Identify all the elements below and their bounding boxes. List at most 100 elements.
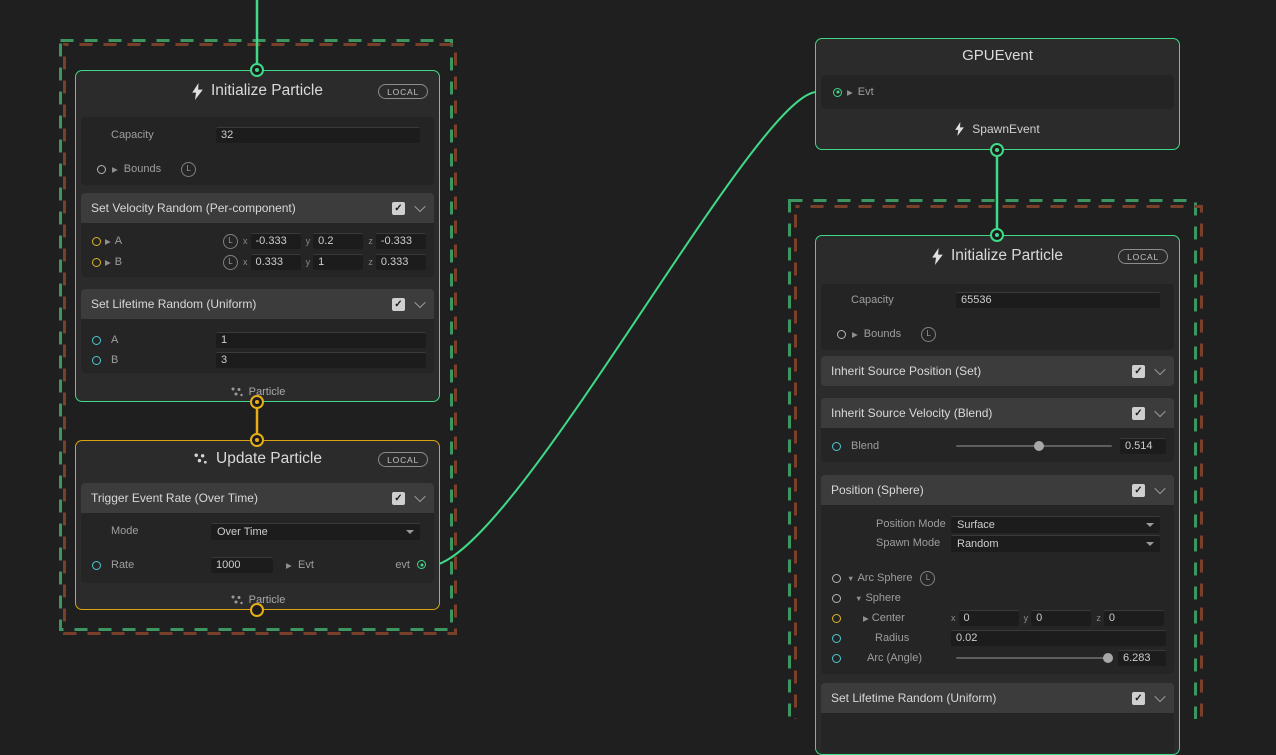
block-set-lifetime-random[interactable]: Set Lifetime Random (Uniform) A 1 B 3 [81,289,434,373]
x-field[interactable]: -0.333 [251,233,301,249]
chevron-down-icon[interactable] [1154,364,1165,375]
block-enabled-checkbox[interactable] [392,492,405,505]
arc-angle-slider-thumb[interactable] [1103,653,1113,663]
block-set-velocity-random[interactable]: Set Velocity Random (Per-component) ▶ A … [81,193,434,277]
float-port[interactable] [832,442,841,451]
expand-arrow-icon[interactable]: ▶ [852,330,858,339]
initialize-left-particle-output-port[interactable] [250,395,264,409]
block-enabled-checkbox[interactable] [1132,484,1145,497]
y-field[interactable]: 1 [313,254,363,270]
block-header[interactable]: Inherit Source Velocity (Blend) [821,398,1174,428]
block-header[interactable]: Set Velocity Random (Per-component) [81,193,434,223]
block-position-sphere[interactable]: Position (Sphere) Position Mode Surface … [821,475,1174,674]
expand-arrow-icon: ▶ [286,561,292,570]
block-title: Set Lifetime Random (Uniform) [91,297,392,311]
arc-sphere-port[interactable] [832,574,841,583]
arc-angle-field[interactable]: 6.283 [1118,650,1166,666]
initialize-right-spawn-input-port[interactable] [990,228,1004,242]
property-row-b: ▶ B L x0.333 y1 z0.333 [81,252,434,272]
chevron-down-icon[interactable] [414,201,425,212]
expand-arrow-icon: ▶ [847,88,853,97]
update-particle-output-port[interactable] [250,603,264,617]
foldout-arrow-icon[interactable]: ▼ [847,574,854,583]
z-field[interactable]: 0.333 [376,254,426,270]
gpuevent-spawn-output-port[interactable] [990,143,1004,157]
block-inherit-source-position[interactable]: Inherit Source Position (Set) [821,356,1174,386]
float-port[interactable] [92,356,101,365]
chevron-down-icon[interactable] [414,297,425,308]
capacity-field[interactable]: 32 [216,127,420,143]
block-header[interactable]: Set Lifetime Random (Uniform) [821,683,1174,713]
block-inherit-source-velocity[interactable]: Inherit Source Velocity (Blend) Blend 0.… [821,398,1174,462]
node-update-particle[interactable]: Update Particle LOCAL Trigger Event Rate… [75,440,440,610]
bounds-port[interactable] [837,330,846,339]
spawn-mode-dropdown[interactable]: Random [951,535,1160,552]
chevron-down-icon[interactable] [1154,406,1165,417]
float-port[interactable] [92,561,101,570]
link-toggle-icon[interactable]: L [920,571,935,586]
float-port[interactable] [832,654,841,663]
expand-arrow-icon[interactable]: ▶ [105,258,111,267]
blend-field[interactable]: 0.514 [1120,438,1166,454]
evt-output-port[interactable] [417,560,426,569]
block-header[interactable]: Set Lifetime Random (Uniform) [81,289,434,319]
block-enabled-checkbox[interactable] [1132,407,1145,420]
blend-slider[interactable] [956,445,1112,447]
update-particle-input-port[interactable] [250,433,264,447]
block-enabled-checkbox[interactable] [392,202,405,215]
block-trigger-event-rate[interactable]: Trigger Event Rate (Over Time) Mode Over… [81,483,434,583]
capacity-row: Capacity 65536 [821,290,1174,310]
arc-angle-slider[interactable] [956,657,1110,659]
z-field[interactable]: 0 [1104,610,1164,626]
value-field[interactable]: 1 [216,332,426,348]
node-initialize-particle-left[interactable]: Initialize Particle LOCAL Capacity 32 ▶ … [75,70,440,402]
float-port[interactable] [92,336,101,345]
position-mode-dropdown[interactable]: Surface [951,516,1160,533]
vector3-port[interactable] [832,614,841,623]
expand-arrow-icon[interactable]: ▶ [863,614,869,623]
bounds-port[interactable] [97,165,106,174]
initialize-left-spawn-input-port[interactable] [250,63,264,77]
center-row: ▶ Center x0 y0 z0 [821,608,1174,628]
radius-row: Radius 0.02 [821,628,1174,648]
node-initialize-particle-right[interactable]: Initialize Particle LOCAL Capacity 65536… [815,235,1180,755]
float-port[interactable] [832,634,841,643]
block-header[interactable]: Position (Sphere) [821,475,1174,505]
edge-evt-to-gpuevent[interactable] [429,92,817,566]
radius-field[interactable]: 0.02 [951,630,1166,646]
evt-input-port[interactable] [833,88,842,97]
z-field[interactable]: -0.333 [376,233,426,249]
value-field[interactable]: 3 [216,352,426,368]
block-enabled-checkbox[interactable] [1132,365,1145,378]
arc-sphere-row: ▼ Arc Sphere L [821,568,1174,588]
block-set-lifetime-random[interactable]: Set Lifetime Random (Uniform) [821,683,1174,753]
x-field[interactable]: 0 [959,610,1019,626]
capacity-field[interactable]: 65536 [956,292,1160,308]
chevron-down-icon[interactable] [414,491,425,502]
block-enabled-checkbox[interactable] [392,298,405,311]
link-toggle-icon[interactable]: L [921,327,936,342]
expand-arrow-icon[interactable]: ▶ [105,237,111,246]
context-settings-panel: Capacity 32 ▶ Bounds L [81,117,434,185]
node-gpu-event[interactable]: GPUEvent ▶ Evt SpawnEvent [815,38,1180,150]
rate-field[interactable]: 1000 [211,557,273,573]
link-toggle-icon[interactable]: L [223,234,238,249]
y-field[interactable]: 0 [1031,610,1091,626]
y-field[interactable]: 0.2 [313,233,363,249]
x-field[interactable]: 0.333 [251,254,301,270]
chevron-down-icon[interactable] [1154,691,1165,702]
mode-dropdown[interactable]: Over Time [211,523,420,540]
foldout-arrow-icon[interactable]: ▼ [855,594,862,603]
blend-slider-thumb[interactable] [1034,441,1044,451]
z-axis-label: z [368,236,373,246]
link-toggle-icon[interactable]: L [181,162,196,177]
link-toggle-icon[interactable]: L [223,255,238,270]
vector3-port[interactable] [92,258,101,267]
block-header[interactable]: Inherit Source Position (Set) [821,356,1174,386]
chevron-down-icon[interactable] [1154,483,1165,494]
block-header[interactable]: Trigger Event Rate (Over Time) [81,483,434,513]
vector3-port[interactable] [92,237,101,246]
block-enabled-checkbox[interactable] [1132,692,1145,705]
sphere-port[interactable] [832,594,841,603]
expand-arrow-icon[interactable]: ▶ [112,165,118,174]
